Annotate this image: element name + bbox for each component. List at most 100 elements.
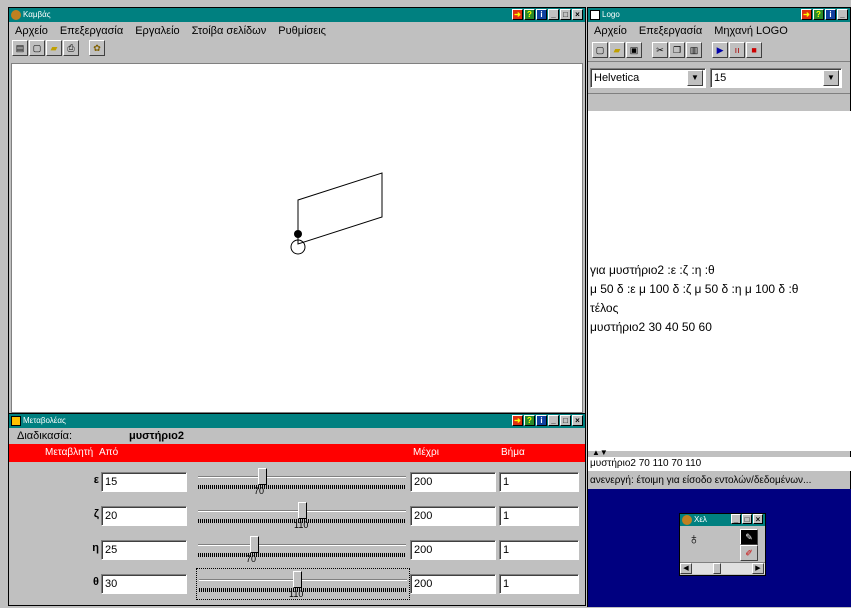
value-slider[interactable]: 110 (196, 568, 410, 600)
turtle-titlebar[interactable]: Χελ _ □ × (680, 514, 765, 526)
canvas-titlebar[interactable]: Καμβάς ➜ ? i _ □ × (9, 8, 585, 22)
menu-file[interactable]: Αρχείο (594, 25, 627, 37)
splitter[interactable]: ▲▼ (588, 449, 851, 457)
to-field[interactable]: 200 (410, 506, 496, 526)
pin-icon[interactable]: ➜ (512, 415, 523, 426)
menu-tool[interactable]: Εργαλείο (135, 25, 179, 37)
pin-icon[interactable]: ➜ (801, 9, 812, 20)
variable-name: η (92, 542, 99, 554)
drawn-shape (297, 172, 383, 245)
font-select[interactable]: Helvetica ▼ (590, 68, 706, 88)
logo-toolbar: ▢ ▰ ▣ ✂ ❐ ▥ ▶ ıı ■ (588, 40, 850, 62)
menu-settings[interactable]: Ρυθμίσεις (278, 25, 326, 37)
from-field[interactable]: 15 (101, 472, 187, 492)
procedure-label: Διαδικασία: (17, 430, 73, 442)
menu-engine[interactable]: Μηχανή LOGO (714, 25, 788, 37)
run-icon[interactable]: ▶ (712, 42, 729, 58)
procedure-bar: Διαδικασία: μυστήριο2 (9, 428, 585, 444)
turtle-title: Χελ (694, 515, 707, 524)
canvas-menu: Αρχείο Επεξεργασία Εργαλείο Στοίβα σελίδων Ρ… (9, 22, 585, 40)
header-step: Βήμα (501, 447, 525, 458)
close-button[interactable]: × (753, 514, 763, 524)
header-to: Μέχρι (413, 447, 439, 458)
command-line[interactable]: μυστήριο2 70 110 70 110 (588, 457, 851, 471)
maximize-button[interactable]: □ (742, 514, 752, 524)
turtle-scrollbar[interactable]: ◀ ▶ (680, 562, 765, 574)
turtle-tool-icon[interactable]: ✿ (89, 40, 106, 56)
minimize-button[interactable]: _ (548, 415, 559, 426)
logo-menu: Αρχείο Επεξεργασία Μηχανή LOGO (588, 22, 850, 40)
editor-line: μ 50 δ :ε μ 100 δ :ζ μ 50 δ :η μ 100 δ :… (590, 282, 799, 296)
slider-value: 70 (254, 486, 265, 496)
maximize-button[interactable]: □ (560, 415, 571, 426)
eraser-icon[interactable]: ✐ (740, 545, 758, 561)
editor-area[interactable]: για μυστήριο2 :ε :ζ :η :θ μ 50 δ :ε μ 10… (588, 111, 851, 451)
to-field[interactable]: 200 (410, 472, 496, 492)
procedure-name: μυστήριο2 (129, 430, 184, 442)
minimize-button[interactable]: _ (548, 9, 559, 20)
info-icon[interactable]: i (825, 9, 836, 20)
paste-icon[interactable]: ▥ (686, 42, 703, 58)
scroll-thumb[interactable] (713, 563, 721, 574)
save-icon[interactable]: ▣ (626, 42, 642, 58)
new-icon[interactable]: ▢ (592, 42, 608, 58)
menu-pagestack[interactable]: Στοίβα σελίδων (192, 25, 267, 37)
step-field[interactable]: 1 (499, 574, 579, 594)
new-doc-icon[interactable]: ▢ (29, 40, 45, 56)
step-field[interactable]: 1 (499, 540, 579, 560)
slider-thumb[interactable] (298, 502, 307, 519)
variation-titlebar[interactable]: Μεταβολέας ➜ ? i _ □ × (9, 414, 585, 428)
pin-icon[interactable]: ➜ (512, 9, 523, 20)
value-slider[interactable]: 70 (196, 534, 410, 566)
editor-line: μυστήριο2 30 40 50 60 (590, 320, 712, 334)
close-button[interactable]: × (572, 415, 583, 426)
copy-icon[interactable]: ❐ (669, 42, 686, 58)
menu-edit[interactable]: Επεξεργασία (639, 25, 702, 37)
slider-value: 70 (246, 554, 257, 564)
from-field[interactable]: 30 (101, 574, 187, 594)
from-field[interactable]: 20 (101, 506, 187, 526)
chevron-down-icon[interactable]: ▼ (687, 70, 703, 86)
variable-name: ε (93, 474, 99, 486)
scroll-right-icon[interactable]: ▶ (752, 563, 764, 574)
print-icon[interactable]: ⎙ (63, 40, 79, 56)
pen-icon[interactable]: ✎ (740, 529, 758, 545)
help-icon[interactable]: ? (524, 9, 535, 20)
slider-thumb[interactable] (250, 536, 259, 553)
info-icon[interactable]: i (536, 415, 547, 426)
variable-row: ζ 20 110 200 1 (9, 500, 585, 532)
font-bar: Helvetica ▼ 15 ▼ (588, 62, 850, 94)
slider-value: 110 (294, 520, 309, 530)
open-icon[interactable]: ▰ (609, 42, 625, 58)
from-field[interactable]: 25 (101, 540, 187, 560)
to-field[interactable]: 200 (410, 574, 496, 594)
canvas-window: Καμβάς ➜ ? i _ □ × Αρχείο Επεξεργασία Εργα… (8, 7, 586, 417)
open-folder-icon[interactable]: ▰ (46, 40, 62, 56)
help-icon[interactable]: ? (813, 9, 824, 20)
pause-icon[interactable]: ıı (729, 42, 746, 58)
slider-thumb[interactable] (293, 571, 302, 588)
variation-title: Μεταβολέας (23, 416, 66, 425)
menu-file[interactable]: Αρχείο (15, 25, 48, 37)
to-field[interactable]: 200 (410, 540, 496, 560)
drawing-canvas[interactable] (11, 63, 583, 413)
step-field[interactable]: 1 (499, 506, 579, 526)
step-field[interactable]: 1 (499, 472, 579, 492)
scroll-left-icon[interactable]: ◀ (680, 563, 692, 574)
font-size-select[interactable]: 15 ▼ (710, 68, 842, 88)
logo-titlebar[interactable]: Logo ➜ ? i _ (588, 8, 850, 22)
maximize-button[interactable]: □ (560, 9, 571, 20)
chevron-down-icon[interactable]: ▼ (823, 70, 839, 86)
value-slider[interactable]: 70 (196, 466, 410, 498)
stop-icon[interactable]: ■ (746, 42, 763, 58)
minimize-button[interactable]: _ (731, 514, 741, 524)
slider-thumb[interactable] (258, 468, 267, 485)
value-slider[interactable]: 110 (196, 500, 410, 532)
info-icon[interactable]: i (536, 9, 547, 20)
menu-edit[interactable]: Επεξεργασία (60, 25, 123, 37)
close-button[interactable]: × (572, 9, 583, 20)
help-icon[interactable]: ? (524, 415, 535, 426)
cut-icon[interactable]: ✂ (652, 42, 669, 58)
new-page-icon[interactable]: ▤ (12, 40, 28, 56)
minimize-button[interactable]: _ (837, 9, 848, 20)
